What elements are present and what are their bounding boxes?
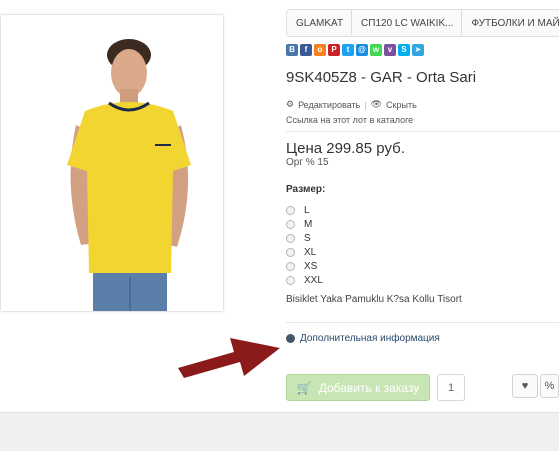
whatsapp-icon[interactable]: w — [370, 44, 382, 56]
size-option-xl[interactable]: XL — [286, 245, 323, 259]
telegram-icon[interactable]: ➤ — [412, 44, 424, 56]
add-to-order-label: Добавить к заказу — [318, 380, 420, 395]
breadcrumb-item-tshirts[interactable]: ФУТБОЛКИ И МАЙК... — [461, 10, 559, 35]
size-option-l[interactable]: L — [286, 203, 323, 217]
radio-button[interactable] — [286, 219, 295, 229]
breadcrumb: GLAMKAT СП120 LC WAIKIK... ФУТБОЛКИ И МА… — [286, 9, 559, 37]
radio-button[interactable] — [286, 233, 295, 243]
radio-button[interactable] — [286, 275, 295, 285]
admin-actions: ⚙ Редактировать | 👁 Скрыть — [286, 99, 417, 110]
edit-link[interactable]: Редактировать — [298, 100, 360, 110]
footer-bar — [0, 412, 559, 451]
link-icon: % — [544, 380, 555, 392]
size-option-xs[interactable]: XS — [286, 259, 323, 273]
odnoklassniki-icon[interactable]: о — [314, 44, 326, 56]
separator: | — [364, 99, 367, 110]
share-buttons: В f о P t @ w v S ➤ — [286, 44, 424, 56]
org-percent: Орг % 15 — [286, 157, 329, 168]
facebook-icon[interactable]: f — [300, 44, 312, 56]
arrow-annotation — [178, 338, 280, 378]
divider — [286, 131, 559, 132]
pinterest-icon[interactable]: P — [328, 44, 340, 56]
breadcrumb-item-sp120[interactable]: СП120 LC WAIKIK... — [351, 10, 462, 35]
product-photo[interactable] — [0, 14, 224, 312]
quantity-field[interactable]: 1 — [437, 374, 465, 401]
twitter-icon[interactable]: t — [342, 44, 354, 56]
product-description: Bisiklet Yaka Pamuklu K?sa Kollu Tisort — [286, 294, 462, 305]
size-option-m[interactable]: M — [286, 217, 323, 231]
more-info-label: Дополнительная информация — [300, 333, 440, 344]
product-image — [1, 15, 223, 311]
size-options: L M S XL XS XXL — [286, 203, 323, 287]
divider — [286, 322, 559, 323]
radio-button[interactable] — [286, 247, 295, 257]
size-label: Размер: — [286, 184, 326, 195]
breadcrumb-item-glamkat[interactable]: GLAMKAT — [287, 18, 352, 29]
more-info-link[interactable]: Дополнительная информация — [286, 333, 440, 344]
product-title: 9SK405Z8 - GAR - Orta Sari — [286, 69, 477, 86]
hide-link[interactable]: Скрыть — [386, 100, 417, 110]
price: Цена 299.85 руб. — [286, 140, 405, 157]
radio-button[interactable] — [286, 205, 295, 215]
favorite-button[interactable]: ♥ — [512, 374, 538, 398]
link-button[interactable]: % — [540, 374, 559, 398]
heart-icon: ♥ — [521, 380, 529, 392]
size-option-xxl[interactable]: XXL — [286, 273, 323, 287]
globe-icon — [286, 334, 295, 343]
gear-icon: ⚙ — [286, 99, 295, 109]
cart-icon: 🛒 — [296, 380, 312, 395]
size-option-s[interactable]: S — [286, 231, 323, 245]
vk-icon[interactable]: В — [286, 44, 298, 56]
skype-icon[interactable]: S — [398, 44, 410, 56]
viber-icon[interactable]: v — [384, 44, 396, 56]
radio-button[interactable] — [286, 261, 295, 271]
mailru-icon[interactable]: @ — [356, 44, 368, 56]
eye-icon: 👁 — [370, 99, 383, 109]
catalog-link[interactable]: Ссылка на этот лот в каталоге — [286, 115, 413, 125]
add-to-order-button[interactable]: 🛒 Добавить к заказу — [286, 374, 430, 401]
